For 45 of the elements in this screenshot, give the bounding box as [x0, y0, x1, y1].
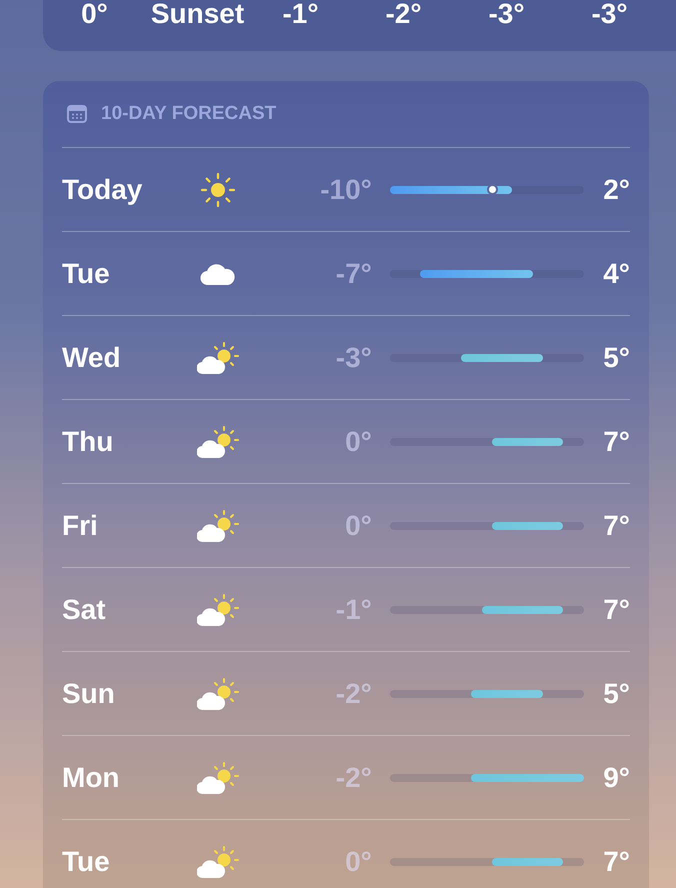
day-label: Sun	[62, 678, 116, 710]
range-fill	[492, 522, 564, 530]
partly-sunny-icon	[196, 424, 239, 458]
hourly-label: -1°	[281, 0, 320, 28]
hourly-label: 0°	[80, 0, 109, 28]
low-temperature: 0°	[344, 846, 372, 878]
hourly-label: Sunset	[150, 0, 246, 28]
day-label: Sat	[62, 594, 107, 626]
day-label: Wed	[62, 342, 122, 374]
high-temperature: 7°	[602, 846, 630, 878]
sun-icon	[200, 172, 236, 208]
day-label: Fri	[62, 510, 99, 542]
range-fill	[471, 690, 543, 698]
partly-sunny-icon	[196, 592, 239, 626]
day-label: Today	[62, 174, 144, 206]
range-fill	[492, 858, 564, 866]
partly-sunny-icon	[196, 508, 239, 542]
cloud-icon	[200, 262, 236, 286]
calendar-icon	[67, 105, 87, 123]
hourly-label: -3°	[487, 0, 526, 28]
high-temperature: 2°	[602, 174, 630, 206]
high-temperature: 4°	[602, 258, 630, 290]
high-temperature: 5°	[602, 342, 630, 374]
low-temperature: -10°	[319, 174, 372, 206]
partly-sunny-icon	[196, 676, 239, 710]
high-temperature: 7°	[602, 510, 630, 542]
hourly-label: -3°	[590, 0, 629, 28]
low-temperature: -3°	[334, 342, 372, 374]
day-label: Tue	[62, 846, 111, 878]
high-temperature: 9°	[602, 762, 630, 794]
partly-sunny-icon	[196, 340, 239, 374]
section-title: 10-DAY FORECAST	[101, 103, 276, 125]
day-label: Tue	[62, 258, 111, 290]
day-label: Mon	[62, 762, 121, 794]
high-temperature: 5°	[602, 678, 630, 710]
partly-sunny-icon	[196, 760, 239, 794]
low-temperature: -7°	[334, 258, 372, 290]
hourly-label: -2°	[384, 0, 423, 28]
high-temperature: 7°	[602, 426, 630, 458]
low-temperature: 0°	[344, 426, 372, 458]
day-label: Thu	[62, 426, 114, 458]
high-temperature: 7°	[602, 594, 630, 626]
partly-sunny-icon	[196, 844, 239, 878]
low-temperature: -2°	[334, 762, 372, 794]
range-fill	[492, 438, 564, 446]
